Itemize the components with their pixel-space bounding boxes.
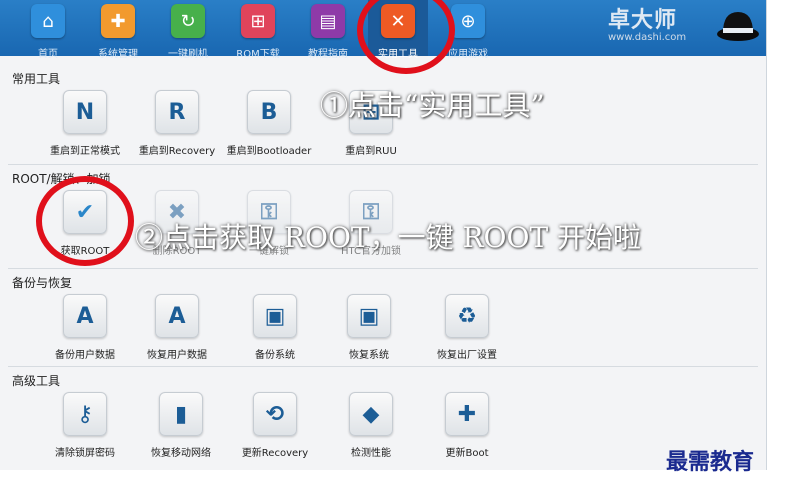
nav-item-rom[interactable]: ⊞ ROM下载 xyxy=(228,0,288,60)
medkit-icon: ✚ xyxy=(445,392,489,436)
tool-label: 更新Boot xyxy=(445,448,489,459)
tool-label: 检测性能 xyxy=(351,448,391,459)
watermark: 最需教育 xyxy=(666,449,755,475)
nav-item-home[interactable]: ⌂ 首页 xyxy=(18,0,78,60)
update-recovery-icon: ⟲ xyxy=(253,392,297,436)
tool-label: 清除锁屏密码 xyxy=(55,448,115,459)
tool-label: 重启到Bootloader xyxy=(226,146,312,157)
tool-update-boot[interactable]: ✚ 更新Boot xyxy=(420,392,514,459)
book-icon: ▤ xyxy=(311,4,345,38)
annotation-step-2: ②点击获取 ROOT，一键 ROOT 开始啦 xyxy=(135,221,642,254)
tool-label: 恢复移动网络 xyxy=(151,448,211,459)
tool-label: 更新Recovery xyxy=(241,448,309,459)
backup-userdata-icon: A xyxy=(63,294,107,338)
section-title-backup: 备份与恢复 xyxy=(12,276,73,290)
tool-backup-userdata[interactable]: A 备份用户数据 xyxy=(38,294,132,361)
tool-clear-lock-password[interactable]: ⚷ 清除锁屏密码 xyxy=(38,392,132,459)
tool-backup-system[interactable]: ▣ 备份系统 xyxy=(228,294,322,361)
tool-label: 重启到正常模式 xyxy=(50,146,120,157)
tool-label: 备份系统 xyxy=(255,350,295,361)
reboot-bootloader-icon: B xyxy=(247,90,291,134)
tool-update-recovery[interactable]: ⟲ 更新Recovery xyxy=(228,392,322,459)
hat-logo-icon xyxy=(717,12,759,41)
benchmark-icon: ◆ xyxy=(349,392,393,436)
nav-label: 系统管理 xyxy=(98,49,138,60)
tool-label: 重启到RUU xyxy=(345,146,397,157)
section-title-advanced: 高级工具 xyxy=(12,374,61,388)
tool-label: 恢复系统 xyxy=(349,350,389,361)
tool-restore-network[interactable]: ▮ 恢复移动网络 xyxy=(134,392,228,459)
key-icon: ⚷ xyxy=(63,392,107,436)
tool-restore-system[interactable]: ▣ 恢复系统 xyxy=(322,294,416,361)
gamepad-icon: ⊕ xyxy=(451,4,485,38)
nav-label: 首页 xyxy=(38,49,58,60)
highlight-ring-root xyxy=(36,176,134,266)
nav-item-system[interactable]: ✚ 系统管理 xyxy=(88,0,148,60)
tool-benchmark[interactable]: ◆ 检测性能 xyxy=(324,392,418,459)
tool-restore-userdata[interactable]: A 恢复用户数据 xyxy=(130,294,224,361)
nav-item-flash[interactable]: ↻ 一键刷机 xyxy=(158,0,218,60)
restore-userdata-icon: A xyxy=(155,294,199,338)
brand-logo: 卓大师 www.dashi.com xyxy=(608,2,712,52)
section-divider xyxy=(8,268,758,269)
home-icon: ⌂ xyxy=(31,4,65,38)
nav-label: ROM下载 xyxy=(236,49,280,60)
reboot-normal-icon: N xyxy=(63,90,107,134)
cart-icon: ⊞ xyxy=(241,4,275,38)
tool-label: 备份用户数据 xyxy=(55,350,115,361)
toolbox-icon: ✚ xyxy=(101,4,135,38)
tool-reboot-normal[interactable]: N 重启到正常模式 xyxy=(38,90,132,157)
brand-url: www.dashi.com xyxy=(608,32,687,43)
restore-disk-icon: ▣ xyxy=(347,294,391,338)
nav-item-tutorial[interactable]: ▤ 教程指南 xyxy=(298,0,358,60)
save-disk-icon: ▣ xyxy=(253,294,297,338)
tool-label: 恢复用户数据 xyxy=(147,350,207,361)
signal-icon: ▮ xyxy=(159,392,203,436)
section-title-common: 常用工具 xyxy=(12,72,61,86)
annotation-step-1: ①点击“实用工具” xyxy=(320,89,545,122)
tool-label: 重启到Recovery xyxy=(138,146,216,157)
refresh-icon: ↻ xyxy=(171,4,205,38)
recycle-icon: ♻ xyxy=(445,294,489,338)
tool-factory-reset[interactable]: ♻ 恢复出厂设置 xyxy=(420,294,514,361)
tool-reboot-recovery[interactable]: R 重启到Recovery xyxy=(130,90,224,157)
section-divider xyxy=(8,366,758,367)
reboot-recovery-icon: R xyxy=(155,90,199,134)
brand-name: 卓大师 xyxy=(608,8,678,33)
section-divider xyxy=(8,164,758,165)
tool-reboot-bootloader[interactable]: B 重启到Bootloader xyxy=(222,90,316,157)
nav-label: 教程指南 xyxy=(308,49,348,60)
tool-label: 恢复出厂设置 xyxy=(437,350,497,361)
nav-label: 一键刷机 xyxy=(168,49,208,60)
